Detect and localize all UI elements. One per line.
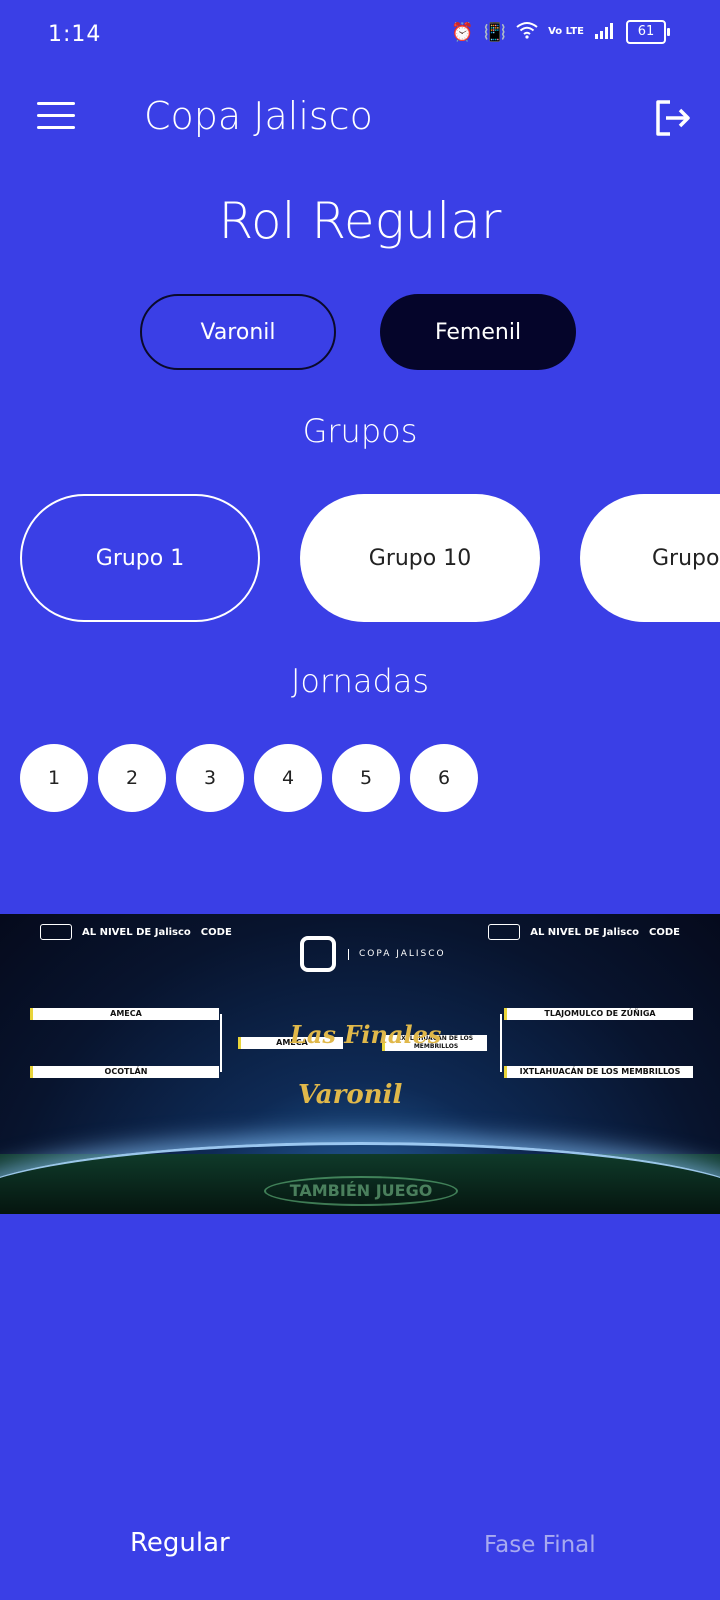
jornadas-list: 1 2 3 4 5 6 [20,744,478,812]
battery-icon: 61 [626,20,670,44]
jalisco-seal-icon [488,924,521,940]
jornada-button-2[interactable]: 2 [98,744,166,812]
wifi-icon [516,21,538,44]
bracket-line-left [220,1014,222,1072]
jornada-button-4[interactable]: 4 [254,744,322,812]
groups-carousel[interactable]: Grupo 1 Grupo 10 Grupo [0,494,720,624]
jornada-button-1[interactable]: 1 [20,744,88,812]
sponsor-logos-left: AL NIVEL DE Jalisco CODE [40,924,232,940]
jornada-button-3[interactable]: 3 [176,744,244,812]
status-icons: ⏰ 📳 Vo LTE 61 [451,20,670,44]
sponsor-label-right-1: AL NIVEL DE Jalisco [530,926,640,938]
varonil-title: Varonil [298,1080,403,1110]
finales-title: Las Finales [290,1020,442,1049]
bottom-navigation: Regular Fase Final [0,1500,720,1600]
nav-fase-final-tab[interactable]: Fase Final [484,1532,596,1558]
group-pill-1[interactable]: Grupo 1 [20,494,260,622]
copa-logo-text: COPA JALISCO [348,948,446,960]
sponsor-logos-right: AL NIVEL DE Jalisco CODE [488,924,680,940]
copa-logo-icon [300,936,336,972]
group-pill-10[interactable]: Grupo 10 [300,494,540,622]
volte-icon: Vo LTE [548,26,584,37]
femenil-toggle-button[interactable]: Femenil [380,294,576,370]
finals-banner: AL NIVEL DE Jalisco CODE AL NIVEL DE Jal… [0,914,720,1214]
hamburger-menu-icon[interactable] [37,102,75,132]
app-bar: Copa Jalisco [0,78,720,158]
team-right-bottom: IXTLAHUACÁN DE LOS MEMBRILLOS [504,1066,693,1078]
signal-icon [594,21,616,44]
app-title: Copa Jalisco [144,94,373,138]
grupos-heading: Grupos [302,412,418,450]
logout-icon[interactable] [650,96,694,140]
status-time: 1:14 [48,22,102,47]
jornadas-heading: Jornadas [290,662,430,700]
group-pill-partial[interactable]: Grupo [580,494,720,622]
status-bar: 1:14 ⏰ 📳 Vo LTE 61 [0,0,720,70]
copa-jalisco-logo: COPA JALISCO [300,936,446,972]
jalisco-seal-icon [40,924,72,940]
sponsor-label-left-2: CODE [200,926,232,938]
jornada-button-5[interactable]: 5 [332,744,400,812]
team-left-top: AMECA [30,1008,219,1020]
nav-regular-tab[interactable]: Regular [130,1528,230,1558]
field-logo-text: TAMBIÉN JUEGO [264,1176,458,1206]
bracket-line-right [500,1014,502,1072]
page-title: Rol Regular [218,192,502,250]
sponsor-label-left-1: AL NIVEL DE Jalisco [82,926,191,938]
team-left-bottom: OCOTLÁN [30,1066,219,1078]
team-right-top: TLAJOMULCO DE ZÚÑIGA [504,1008,693,1020]
sponsor-label-right-2: CODE [649,926,680,938]
jornada-button-6[interactable]: 6 [410,744,478,812]
varonil-toggle-button[interactable]: Varonil [140,294,336,370]
vibrate-icon: 📳 [483,21,507,43]
alarm-icon: ⏰ [451,21,474,43]
